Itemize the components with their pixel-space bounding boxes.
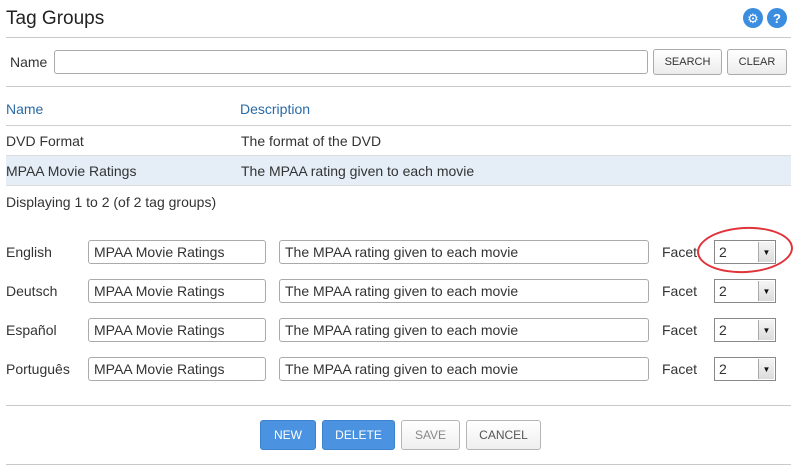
description-field[interactable] [279,357,649,381]
translation-row-portugues: Português Facet 2 ▼ [0,357,797,383]
facet-select[interactable]: 2 ▼ [714,318,776,342]
translation-row-deutsch: Deutsch Facet 2 ▼ [0,279,797,305]
new-button[interactable]: NEW [260,420,316,450]
chevron-down-icon: ▼ [758,320,774,340]
row-name: DVD Format [6,133,84,149]
gear-icon[interactable]: ⚙ [743,8,763,28]
language-label: Português [6,361,70,377]
name-field[interactable] [88,357,266,381]
name-field[interactable] [88,279,266,303]
facet-value: 2 [719,283,727,299]
save-button[interactable]: SAVE [401,420,460,450]
search-bar: Name SEARCH CLEAR [0,48,797,76]
name-field[interactable] [88,318,266,342]
divider [6,464,791,465]
delete-button[interactable]: DELETE [322,420,395,450]
facet-value: 2 [719,322,727,338]
facet-select[interactable]: 2 ▼ [714,279,776,303]
clear-button[interactable]: CLEAR [727,49,787,75]
page-title: Tag Groups [6,8,105,29]
translation-row-english: English Facet 2 ▼ [0,240,797,266]
column-header-description[interactable]: Description [240,101,310,117]
column-header-name[interactable]: Name [6,101,43,117]
divider [6,86,791,87]
facet-label: Facet [662,244,698,260]
pagination-status: Displaying 1 to 2 (of 2 tag groups) [6,194,217,210]
highlight-annotation [695,224,795,276]
name-field[interactable] [88,240,266,264]
table-row-selected[interactable]: MPAA Movie Ratings The MPAA rating given… [6,156,791,186]
row-description: The format of the DVD [241,133,382,149]
translation-row-espanol: Español Facet 2 ▼ [0,318,797,344]
description-field[interactable] [279,279,649,303]
language-label: Deutsch [6,283,58,299]
row-name: MPAA Movie Ratings [6,163,137,179]
search-label: Name [10,54,48,70]
facet-value: 2 [719,361,727,377]
facet-select[interactable]: 2 ▼ [714,357,776,381]
facet-label: Facet [662,361,698,377]
facet-label: Facet [662,283,698,299]
search-button[interactable]: SEARCH [653,49,722,75]
search-input[interactable] [54,50,648,74]
header-icons: ⚙ ? [743,8,787,28]
facet-label: Facet [662,322,698,338]
language-label: English [6,244,52,260]
chevron-down-icon: ▼ [758,359,774,379]
divider [6,37,791,38]
language-label: Español [6,322,57,338]
row-description: The MPAA rating given to each movie [241,163,475,179]
table-row[interactable]: DVD Format The format of the DVD [6,126,791,156]
cancel-button[interactable]: CANCEL [466,420,541,450]
help-icon[interactable]: ? [767,8,787,28]
description-field[interactable] [279,240,649,264]
chevron-down-icon: ▼ [758,281,774,301]
description-field[interactable] [279,318,649,342]
divider [6,405,791,406]
